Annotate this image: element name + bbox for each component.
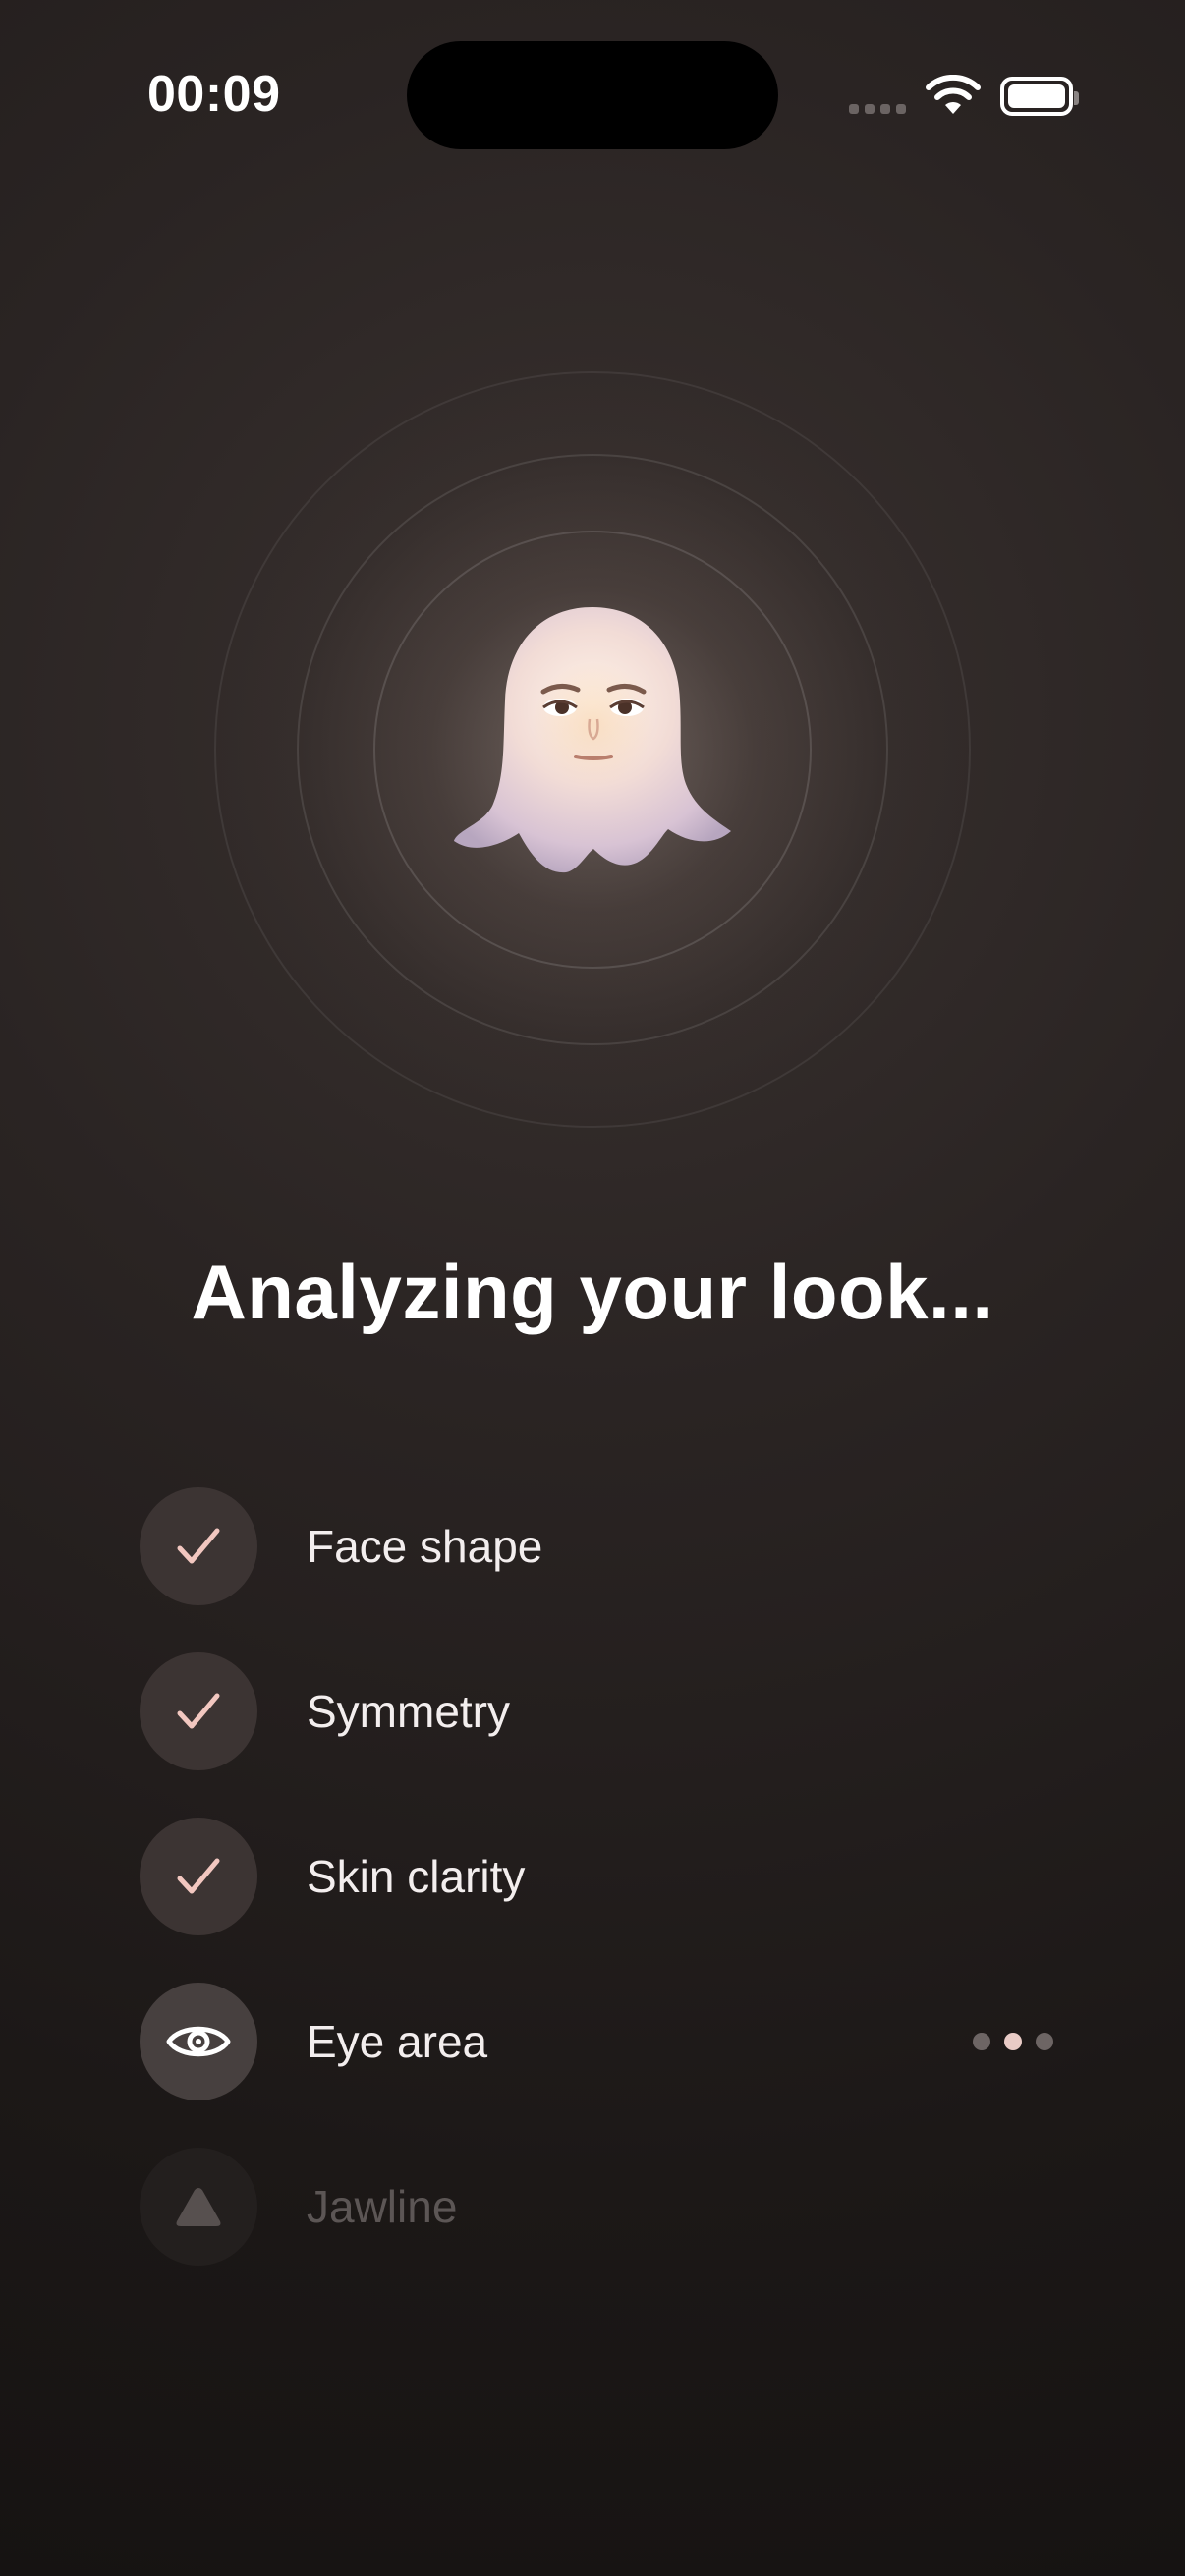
checkmark-icon	[177, 1858, 220, 1894]
checklist-item-label: Symmetry	[307, 1686, 510, 1737]
eye-icon	[166, 2026, 231, 2057]
checklist-item-skin-clarity: Skin clarity	[140, 1818, 1053, 1935]
loading-dot	[1004, 2033, 1022, 2050]
status-bar: 00:09	[0, 0, 1185, 196]
analysis-checklist: Face shape Symmetry Skin clarity Eye are…	[140, 1487, 1053, 2313]
checklist-item-label: Face shape	[307, 1521, 543, 1572]
avatar-scan-visual	[214, 371, 971, 1128]
cellular-signal-icon	[849, 104, 906, 114]
pending-indicator	[140, 2148, 257, 2266]
dynamic-island	[407, 41, 778, 149]
checkmark-icon	[177, 1528, 220, 1564]
ghost-avatar	[454, 607, 731, 873]
battery-icon	[1000, 77, 1079, 116]
status-time: 00:09	[147, 66, 281, 123]
wifi-icon	[926, 75, 981, 114]
in-progress-indicator	[140, 1983, 257, 2100]
loading-dot	[973, 2033, 990, 2050]
done-indicator	[140, 1818, 257, 1935]
checklist-item-face-shape: Face shape	[140, 1487, 1053, 1605]
loading-dots	[973, 2033, 1053, 2050]
done-indicator	[140, 1487, 257, 1605]
done-indicator	[140, 1652, 257, 1770]
checklist-item-label: Eye area	[307, 2016, 488, 2067]
checklist-item-jawline: Jawline	[140, 2148, 1053, 2266]
page-title: Analyzing your look...	[191, 1249, 994, 1335]
triangle-icon	[176, 2188, 221, 2226]
checklist-item-symmetry: Symmetry	[140, 1652, 1053, 1770]
loading-dot	[1036, 2033, 1053, 2050]
checkmark-icon	[177, 1693, 220, 1729]
checklist-item-eye-area: Eye area	[140, 1983, 1053, 2100]
checklist-item-label: Skin clarity	[307, 1851, 526, 1902]
checklist-item-label: Jawline	[307, 2181, 458, 2232]
